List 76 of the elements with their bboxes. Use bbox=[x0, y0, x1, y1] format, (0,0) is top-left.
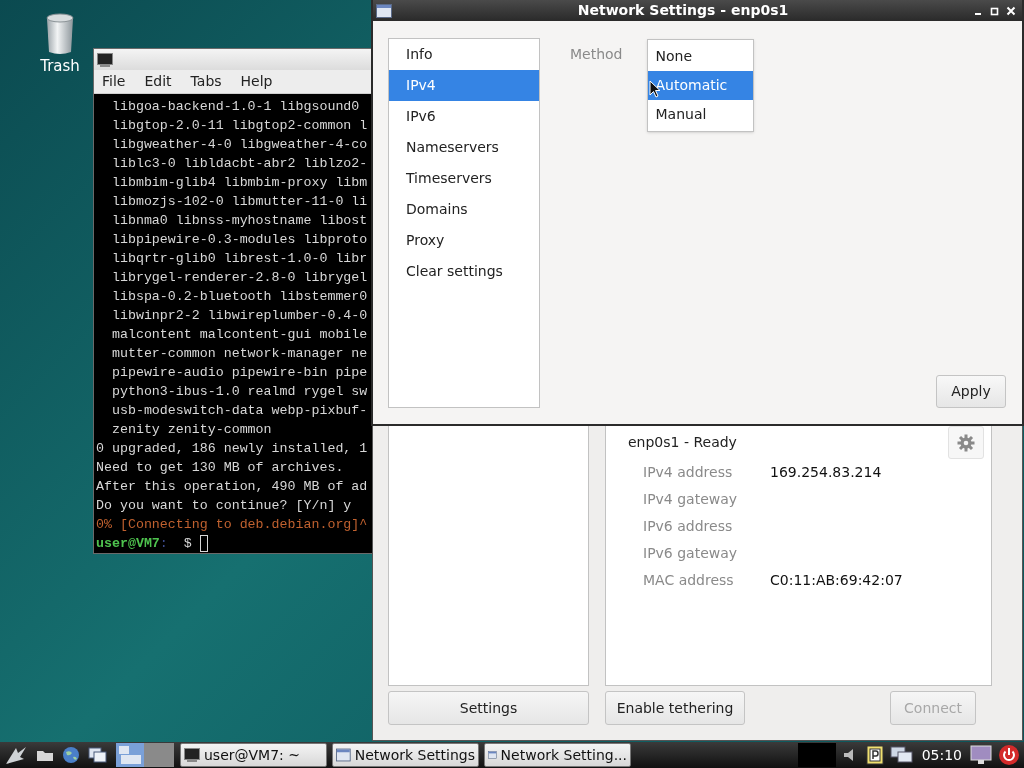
prompt-separator: : bbox=[159, 535, 168, 553]
window-icon bbox=[376, 3, 392, 18]
icon-label[interactable]: Trash bbox=[40, 57, 80, 75]
section-item[interactable]: Timeservers bbox=[389, 163, 539, 194]
start-menu-icon[interactable] bbox=[4, 745, 28, 765]
terminal-line: libgtop-2.0-11 libgtop2-common l bbox=[110, 117, 369, 135]
terminal-line: libwinpr2-2 libwireplumber-0.4-0 bbox=[110, 307, 369, 325]
detail-value: C0:11:AB:69:42:07 bbox=[770, 571, 903, 590]
terminal-line: pipewire-audio pipewire-bin pipe bbox=[110, 364, 369, 382]
power-icon[interactable] bbox=[998, 744, 1020, 766]
menu-item[interactable]: File bbox=[102, 71, 126, 92]
terminal-line: libpipewire-0.3-modules libproto bbox=[110, 231, 369, 249]
section-item[interactable]: Domains bbox=[389, 194, 539, 225]
terminal-line: zenity zenity-common bbox=[110, 421, 273, 439]
terminal-line: mutter-common network-manager ne bbox=[110, 345, 369, 363]
settings-icon bbox=[957, 433, 975, 452]
dropdown-option[interactable]: Manual bbox=[647, 100, 753, 129]
terminal-line: libspa-0.2-bluetooth libstemmer0 bbox=[110, 288, 369, 306]
dropdown-option[interactable]: Automatic bbox=[647, 71, 753, 100]
dropdown-option[interactable]: None bbox=[647, 42, 753, 71]
terminal-line: usb-modeswitch-data webp-pixbuf- bbox=[110, 402, 369, 420]
terminal-line: libgoa-backend-1.0-1 libgsound0 bbox=[110, 98, 361, 116]
window-title: Network Settings - enp0s1 bbox=[576, 1, 790, 20]
action-button[interactable]: Settings bbox=[388, 691, 589, 725]
method-label: Method bbox=[570, 45, 623, 64]
terminal-line: libqrtr-glib0 librest-1.0-0 libr bbox=[110, 250, 369, 268]
terminal-line: libmbim-glib4 libmbim-proxy libm bbox=[110, 174, 369, 192]
terminal-line: 0 upgraded, 186 newly installed, 1 bbox=[96, 440, 369, 458]
section-item[interactable]: Info bbox=[389, 39, 539, 70]
detail-label: IPv4 gateway bbox=[642, 490, 739, 509]
menu-item[interactable]: Help bbox=[240, 71, 273, 92]
text-cursor bbox=[199, 535, 208, 552]
terminal-line: libnma0 libnss-myhostname libost bbox=[110, 212, 369, 230]
monitor-icon[interactable] bbox=[970, 745, 992, 765]
detail-label: MAC address bbox=[642, 571, 735, 590]
terminal-icon bbox=[97, 52, 113, 67]
menu-item[interactable]: Edit bbox=[144, 71, 172, 92]
terminal-icon bbox=[184, 748, 200, 762]
section-item[interactable]: IPv4 bbox=[389, 70, 539, 101]
taskbar-button[interactable]: Network Settings bbox=[332, 743, 479, 767]
section-item[interactable]: Clear settings bbox=[389, 256, 539, 287]
terminal-line: libmozjs-102-0 libmutter-11-0 li bbox=[110, 193, 369, 211]
section-item[interactable]: Proxy bbox=[389, 225, 539, 256]
prompt-user: user@VM7 bbox=[96, 535, 160, 553]
terminal-line: 0% [Connecting to deb.debian.org]^ bbox=[96, 516, 369, 534]
action-button[interactable]: Enable tethering bbox=[605, 691, 745, 725]
terminal-line: librygel-renderer-2.8-0 librygel bbox=[110, 269, 369, 287]
detail-label: IPv6 gateway bbox=[642, 544, 739, 563]
tray-block bbox=[797, 743, 836, 767]
windows-icon[interactable] bbox=[88, 746, 108, 764]
close-icon[interactable] bbox=[1006, 5, 1016, 16]
terminal-line: Need to get 130 MB of archives. bbox=[96, 459, 345, 477]
taskbar-button[interactable]: Network Setting... bbox=[484, 743, 631, 767]
section-item[interactable]: Nameservers bbox=[389, 132, 539, 163]
globe-icon[interactable] bbox=[62, 746, 80, 764]
maximize-icon[interactable] bbox=[990, 5, 1000, 16]
detail-value: 169.254.83.214 bbox=[770, 463, 882, 482]
trash-icon bbox=[44, 12, 76, 56]
clock[interactable]: 05:10 bbox=[921, 744, 962, 766]
terminal-line: liblc3-0 libldacbt-abr2 liblzo2- bbox=[110, 155, 369, 173]
window-icon bbox=[488, 748, 497, 762]
menu-item[interactable]: Tabs bbox=[190, 71, 222, 92]
terminal-line: Do you want to continue? [Y/n] y bbox=[96, 497, 353, 515]
detail-label: IPv6 address bbox=[642, 517, 734, 536]
section-item[interactable]: IPv6 bbox=[389, 101, 539, 132]
device-title: enp0s1 - Ready bbox=[628, 433, 737, 452]
detail-label: IPv4 address bbox=[642, 463, 734, 482]
prompt-symbol: $ bbox=[183, 535, 192, 553]
terminal-line: After this operation, 490 MB of ad bbox=[96, 478, 369, 496]
apply-button[interactable]: Apply bbox=[936, 375, 1006, 408]
taskbar-button[interactable]: user@VM7: ~ bbox=[180, 743, 327, 767]
window-icon bbox=[336, 748, 351, 762]
terminal-line: python3-ibus-1.0 realmd rygel sw bbox=[110, 383, 369, 401]
settings-button[interactable] bbox=[948, 426, 984, 459]
terminal-line: malcontent malcontent-gui mobile bbox=[110, 326, 369, 344]
terminal-line: libgweather-4-0 libgweather-4-co bbox=[110, 136, 369, 154]
